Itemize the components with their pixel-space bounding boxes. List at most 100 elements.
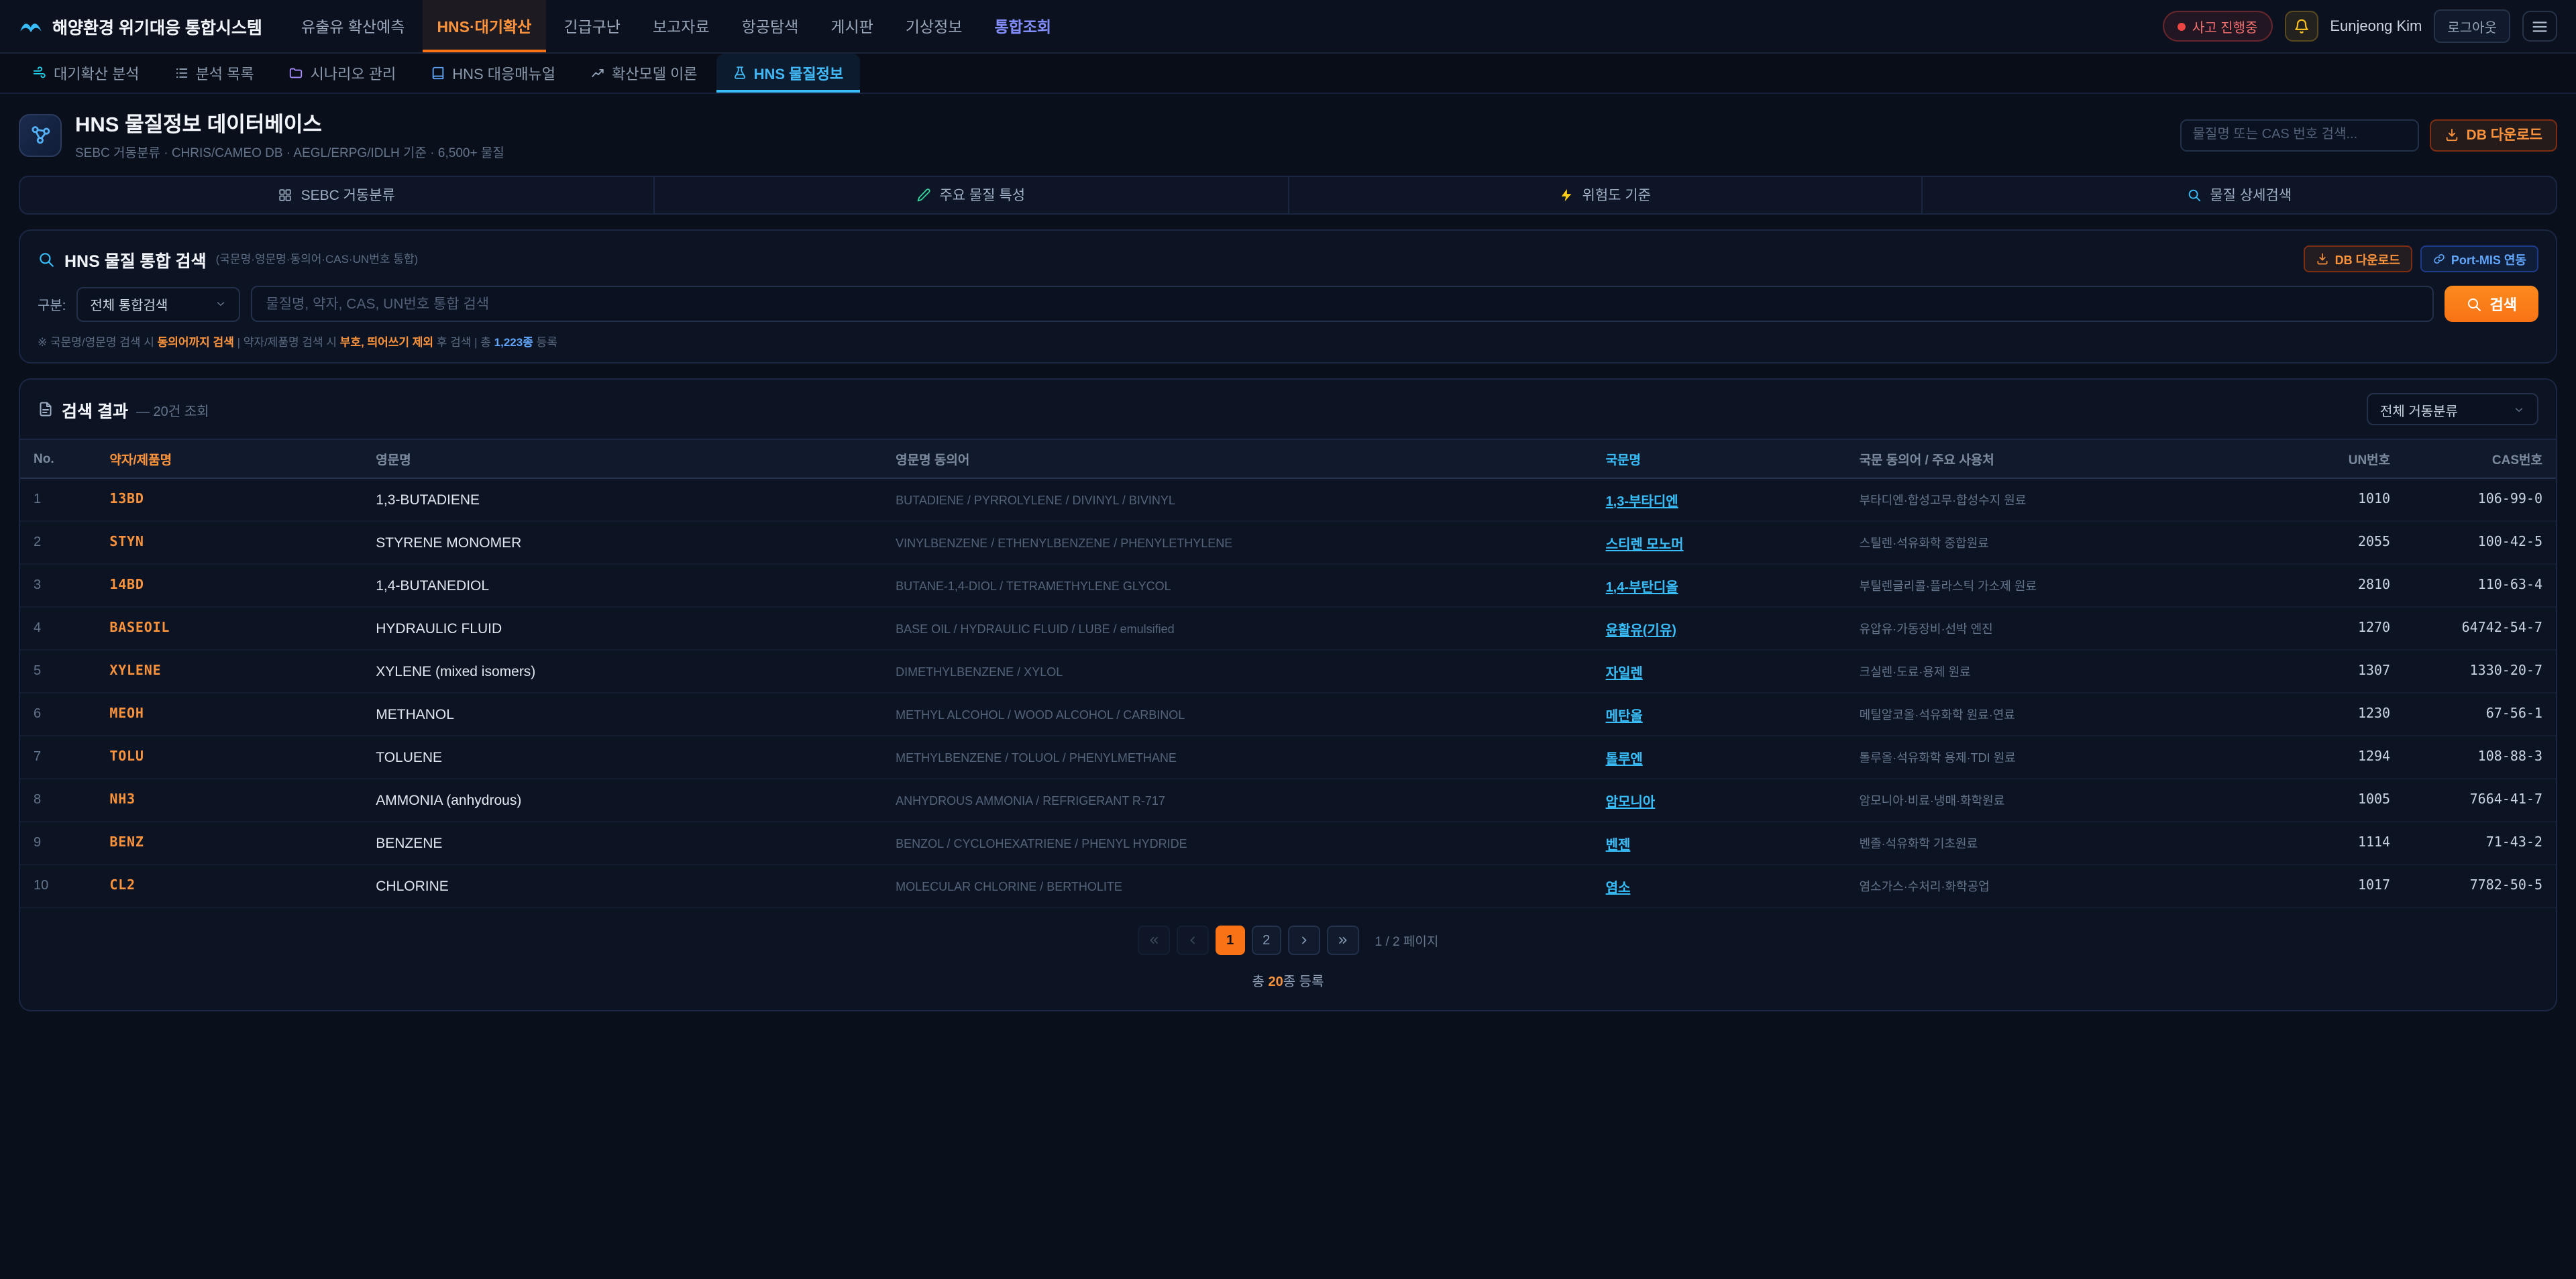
substance-kr-link[interactable]: 윤활유(기유) xyxy=(1606,623,1676,638)
cell-cas: 1330-20-7 xyxy=(2404,650,2556,693)
chart-icon xyxy=(590,66,605,80)
substance-kr-link[interactable]: 스티렌 모노머 xyxy=(1606,537,1684,552)
cell-cas: 7664-41-7 xyxy=(2404,779,2556,822)
section-quick-bar: SEBC 거동분류주요 물질 특성위험도 기준물질 상세검색 xyxy=(19,176,2557,215)
nav-item-2[interactable]: HNS·대기확산 xyxy=(422,0,546,52)
column-header-3[interactable]: 영문명 xyxy=(362,439,882,478)
pagination: 121 / 2 페이지 xyxy=(20,908,2556,959)
search-type-value: 전체 통합검색 xyxy=(90,294,196,314)
cell-abbr: MEOH xyxy=(96,693,362,736)
unified-search-input[interactable] xyxy=(251,286,2433,322)
table-row: 8NH3AMMONIA (anhydrous)ANHYDROUS AMMONIA… xyxy=(20,779,2556,822)
section-tab-1[interactable]: SEBC 거동분류 xyxy=(20,177,655,213)
column-header-2[interactable]: 약자/제품명 xyxy=(96,439,362,478)
nav-item-1[interactable]: 유출유 확산예측 xyxy=(286,0,420,52)
tab-4[interactable]: HNS 대응매뉴얼 xyxy=(415,54,572,93)
substance-kr-link[interactable]: 자일렌 xyxy=(1606,666,1643,681)
notifications-button[interactable] xyxy=(2284,11,2318,42)
nav-item-7[interactable]: 기상정보 xyxy=(891,0,977,52)
first-page-button[interactable] xyxy=(1138,926,1170,955)
chevrons_right-icon xyxy=(1336,934,1350,947)
nav-item-6[interactable]: 게시판 xyxy=(816,0,888,52)
nav-item-3[interactable]: 긴급구난 xyxy=(549,0,635,52)
nav-item-5[interactable]: 항공탐색 xyxy=(727,0,814,52)
substance-kr-link[interactable]: 1,3-부타디엔 xyxy=(1606,494,1678,509)
quick-search-input[interactable] xyxy=(2181,119,2420,151)
category-filter-value: 전체 거동분류 xyxy=(2380,399,2494,419)
cell-cas: 108-88-3 xyxy=(2404,736,2556,779)
nav-item-4[interactable]: 보고자료 xyxy=(638,0,724,52)
page-number-button-1[interactable]: 1 xyxy=(1216,926,1245,955)
section-tab-2[interactable]: 주요 물질 특성 xyxy=(655,177,1289,213)
tab-1[interactable]: 대기확산 분석 xyxy=(16,54,156,93)
substance-kr-link[interactable]: 벤젠 xyxy=(1606,838,1631,852)
navbar-right: 사고 진행중 Eunjeong Kim 로그아웃 xyxy=(2163,0,2557,52)
folder-icon xyxy=(289,66,304,80)
results-count: — 20건 조회 xyxy=(136,399,209,419)
tab-6[interactable]: HNS 물질정보 xyxy=(716,54,860,93)
search-icon xyxy=(2187,188,2202,203)
search-submit-button[interactable]: 검색 xyxy=(2445,286,2539,322)
molecule-icon xyxy=(29,123,52,146)
substance-kr-link[interactable]: 톨루엔 xyxy=(1606,752,1643,767)
cell-abbr: BASEOIL xyxy=(96,607,362,650)
table-row: 9BENZBENZENEBENZOL / CYCLOHEXATRIENE / P… xyxy=(20,822,2556,865)
logout-button[interactable]: 로그아웃 xyxy=(2434,9,2510,43)
cell-cas: 67-56-1 xyxy=(2404,693,2556,736)
column-header-4[interactable]: 영문명 동의어 xyxy=(882,439,1592,478)
db-download-button[interactable]: DB 다운로드 xyxy=(2430,119,2557,151)
next-page-button[interactable] xyxy=(1288,926,1320,955)
hns-search-panel: HNS 물질 통합 검색 (국문명·영문명·동의어·CAS·UN번호 통합) D… xyxy=(19,229,2557,364)
cell-kr: 염소 xyxy=(1593,865,1846,907)
column-header-6[interactable]: 국문 동의어 / 주요 사용처 xyxy=(1846,439,2265,478)
tab-3[interactable]: 시나리오 관리 xyxy=(273,54,413,93)
cell-un: 1114 xyxy=(2264,822,2404,865)
page-title: HNS 물질정보 데이터베이스 xyxy=(75,109,504,138)
cell-kr_syn: 벤졸·석유화학 기초원료 xyxy=(1846,822,2265,865)
cell-cas: 71-43-2 xyxy=(2404,822,2556,865)
column-header-1[interactable]: No. xyxy=(20,439,96,478)
column-header-8[interactable]: CAS번호 xyxy=(2404,439,2556,478)
tab-2[interactable]: 분석 목록 xyxy=(158,54,270,93)
doc-icon xyxy=(38,401,54,417)
nav-item-8[interactable]: 통합조회 xyxy=(979,0,1066,52)
cell-abbr: 13BD xyxy=(96,478,362,521)
table-row: 4BASEOILHYDRAULIC FLUIDBASE OIL / HYDRAU… xyxy=(20,607,2556,650)
section-tab-4[interactable]: 물질 상세검색 xyxy=(1923,177,2557,213)
cell-kr_syn: 염소가스·수처리·화학공업 xyxy=(1846,865,2265,907)
substance-kr-link[interactable]: 메탄올 xyxy=(1606,709,1643,724)
tab-5[interactable]: 확산모델 이론 xyxy=(574,54,714,93)
substance-kr-link[interactable]: 암모니아 xyxy=(1606,795,1656,810)
cell-cas: 64742-54-7 xyxy=(2404,607,2556,650)
cell-kr: 스티렌 모노머 xyxy=(1593,521,1846,564)
prev-page-button[interactable] xyxy=(1177,926,1209,955)
main-nav: 유출유 확산예측HNS·대기확산긴급구난보고자료항공탐색게시판기상정보통합조회 xyxy=(286,0,1066,52)
cell-kr: 윤활유(기유) xyxy=(1593,607,1846,650)
chevron_left-icon xyxy=(1186,934,1199,947)
column-header-5[interactable]: 국문명 xyxy=(1593,439,1846,478)
page-header-text: HNS 물질정보 데이터베이스 SEBC 거동분류 · CHRIS/CAMEO … xyxy=(75,109,504,161)
page-header-actions: DB 다운로드 xyxy=(2181,119,2557,151)
chevrons_left-icon xyxy=(1147,934,1161,947)
wing-icon xyxy=(19,14,43,38)
app-root: 해양환경 위기대응 통합시스템 유출유 확산예측HNS·대기확산긴급구난보고자료… xyxy=(0,0,2576,1279)
app-logo[interactable]: 해양환경 위기대응 통합시스템 xyxy=(19,0,262,52)
cell-abbr: BENZ xyxy=(96,822,362,865)
hamburger-menu-button[interactable] xyxy=(2522,11,2557,42)
category-filter-select[interactable]: 전체 거동분류 xyxy=(2367,393,2538,425)
column-header-7[interactable]: UN번호 xyxy=(2264,439,2404,478)
bolt-icon xyxy=(1560,188,1574,203)
portmis-link-button[interactable]: Port-MIS 연동 xyxy=(2420,245,2538,272)
help-text-segment: 후 검색 | 총 xyxy=(433,335,494,349)
chevron_right-icon xyxy=(1297,934,1311,947)
search-type-select[interactable]: 전체 통합검색 xyxy=(76,286,240,321)
page-number-button-2[interactable]: 2 xyxy=(1252,926,1281,955)
section-tab-3[interactable]: 위험도 기준 xyxy=(1289,177,1923,213)
substance-kr-link[interactable]: 1,4-부탄디올 xyxy=(1606,580,1678,595)
cell-kr_syn: 메틸알코올·석유화학 원료·연료 xyxy=(1846,693,2265,736)
cell-kr_syn: 유압유·가동장비·선박 엔진 xyxy=(1846,607,2265,650)
substance-kr-link[interactable]: 염소 xyxy=(1606,881,1631,895)
last-page-button[interactable] xyxy=(1327,926,1359,955)
cell-en_syn: VINYLBENZENE / ETHENYLBENZENE / PHENYLET… xyxy=(882,521,1592,564)
db-download-mini-button[interactable]: DB 다운로드 xyxy=(2304,245,2412,272)
